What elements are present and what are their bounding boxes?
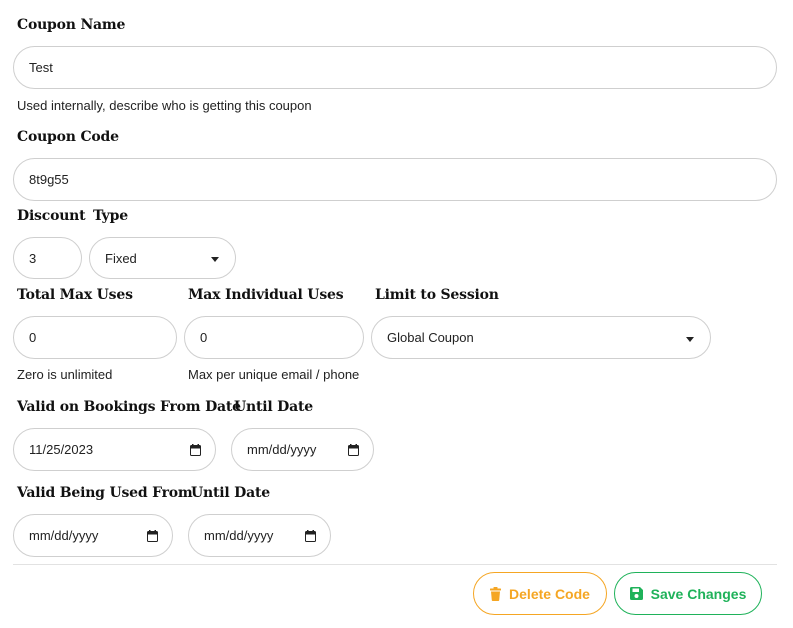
- valid-bookings-until-placeholder: mm/dd/yyyy: [247, 442, 317, 457]
- max-individual-uses-value: 0: [200, 330, 208, 345]
- trash-icon: [490, 586, 502, 601]
- valid-used-from-placeholder: mm/dd/yyyy: [29, 528, 99, 543]
- chevron-down-icon: [686, 336, 694, 342]
- calendar-icon[interactable]: [147, 529, 158, 542]
- valid-bookings-from-date-input[interactable]: 11/25/2023: [13, 428, 216, 471]
- valid-used-until-date-input[interactable]: mm/dd/yyyy: [188, 514, 331, 557]
- valid-used-from-date-input[interactable]: mm/dd/yyyy: [13, 514, 173, 557]
- form-divider: [13, 564, 777, 565]
- valid-bookings-until-date-input[interactable]: mm/dd/yyyy: [231, 428, 374, 471]
- calendar-icon[interactable]: [305, 529, 316, 542]
- type-select[interactable]: Fixed: [89, 237, 236, 279]
- total-max-uses-help: Zero is unlimited: [17, 367, 113, 382]
- coupon-name-help: Used internally, describe who is getting…: [17, 98, 312, 113]
- max-individual-uses-help: Max per unique email / phone: [188, 367, 360, 382]
- total-max-uses-value: 0: [29, 330, 37, 345]
- total-max-uses-input[interactable]: 0: [13, 316, 177, 359]
- coupon-name-input[interactable]: Test: [13, 46, 777, 89]
- coupon-name-value: Test: [29, 60, 53, 75]
- max-individual-uses-label: Max Individual Uses: [188, 287, 344, 303]
- limit-to-session-selected-value: Global Coupon: [387, 330, 474, 345]
- coupon-code-value: 8t9g55: [29, 172, 69, 187]
- floppy-disk-icon: [629, 587, 643, 600]
- delete-code-button[interactable]: Delete Code: [473, 572, 607, 615]
- discount-value: 3: [29, 250, 37, 266]
- max-individual-uses-input[interactable]: 0: [184, 316, 364, 359]
- save-changes-label: Save Changes: [650, 585, 747, 602]
- coupon-code-label: Coupon Code: [17, 129, 119, 145]
- coupon-code-input[interactable]: 8t9g55: [13, 158, 777, 201]
- delete-code-label: Delete Code: [509, 585, 590, 602]
- calendar-icon[interactable]: [348, 443, 359, 456]
- discount-input[interactable]: 3: [13, 237, 82, 279]
- total-max-uses-label: Total Max Uses: [17, 287, 133, 303]
- valid-used-from-label: Valid Being Used From: [17, 485, 193, 501]
- chevron-down-icon: [211, 257, 219, 262]
- valid-used-until-label: Until Date: [191, 485, 270, 501]
- calendar-icon[interactable]: [190, 443, 201, 456]
- discount-label: Discount: [17, 208, 86, 224]
- valid-bookings-until-label: Until Date: [234, 399, 313, 415]
- limit-to-session-select[interactable]: Global Coupon: [371, 316, 711, 359]
- save-changes-button[interactable]: Save Changes: [614, 572, 762, 615]
- coupon-name-label: Coupon Name: [17, 17, 126, 33]
- limit-to-session-label: Limit to Session: [375, 287, 499, 303]
- valid-used-until-placeholder: mm/dd/yyyy: [204, 528, 274, 543]
- type-label: Type: [93, 208, 128, 224]
- valid-bookings-from-value: 11/25/2023: [29, 442, 94, 457]
- type-selected-value: Fixed: [105, 250, 137, 266]
- valid-bookings-from-label: Valid on Bookings From Date: [17, 399, 241, 415]
